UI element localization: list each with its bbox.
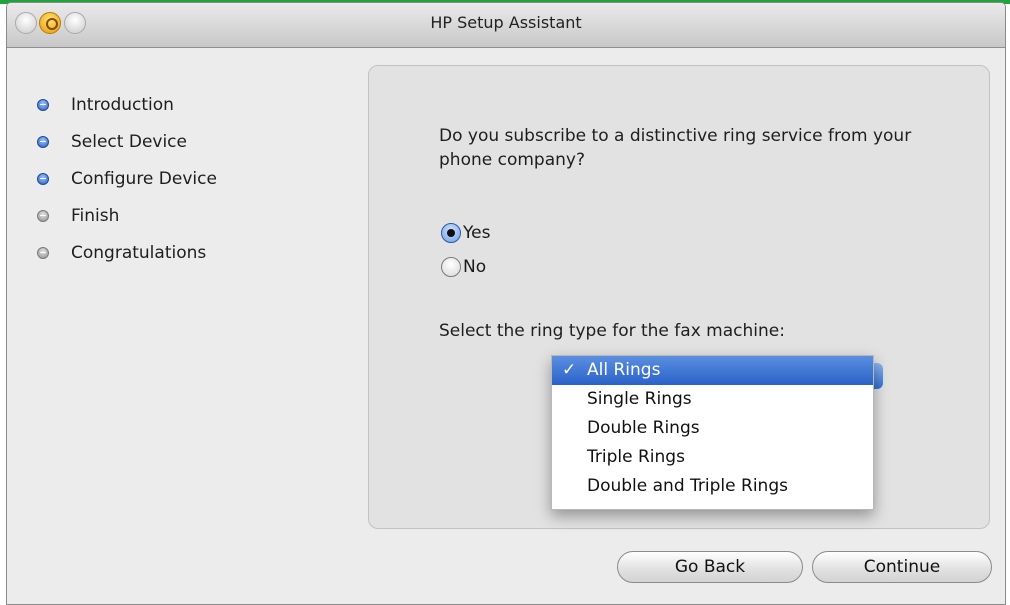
continue-button[interactable]: Continue — [812, 551, 992, 583]
step-label: Congratulations — [71, 243, 207, 263]
step-bullet-icon — [37, 99, 49, 111]
step-label: Select Device — [71, 132, 187, 152]
step-label: Introduction — [71, 95, 174, 115]
step-label: Configure Device — [71, 169, 217, 189]
step-label: Finish — [71, 206, 120, 226]
menu-item-label[interactable]: Triple Rings — [587, 447, 685, 467]
step-bullet-icon — [37, 210, 49, 222]
menu-item-triple-rings[interactable]: Triple Rings — [552, 443, 873, 472]
menu-item-label[interactable]: Double and Triple Rings — [587, 476, 788, 496]
ring-type-popup-menu: ✓ All Rings Single Rings Double Rings Tr… — [551, 355, 874, 510]
radio-selected-icon[interactable] — [441, 223, 461, 243]
radio-yes-label[interactable]: Yes — [463, 223, 490, 243]
title-bar: HP Setup Assistant — [7, 3, 1005, 48]
step-bullet-icon — [37, 136, 49, 148]
radio-unselected-icon[interactable] — [441, 257, 461, 277]
menu-item-label[interactable]: All Rings — [587, 360, 660, 380]
menu-item-double-rings[interactable]: Double Rings — [552, 414, 873, 443]
menu-item-double-and-triple-rings[interactable]: Double and Triple Rings — [552, 472, 873, 501]
window-title: HP Setup Assistant — [430, 13, 582, 32]
ring-service-question: Do you subscribe to a distinctive ring s… — [439, 126, 912, 170]
go-back-button[interactable]: Go Back — [617, 551, 803, 583]
step-bullet-icon — [37, 173, 49, 185]
setup-assistant-window: HP Setup Assistant Introduction Select D… — [6, 2, 1006, 605]
radio-no-label[interactable]: No — [463, 257, 486, 277]
step-bullet-icon — [37, 247, 49, 259]
menu-item-label[interactable]: Single Rings — [587, 389, 692, 409]
menu-item-single-rings[interactable]: Single Rings — [552, 385, 873, 414]
ring-type-label: Select the ring type for the fax machine… — [439, 321, 785, 341]
menu-item-label[interactable]: Double Rings — [587, 418, 700, 438]
menu-item-all-rings[interactable]: ✓ All Rings — [552, 356, 873, 385]
checkmark-icon: ✓ — [562, 360, 577, 380]
